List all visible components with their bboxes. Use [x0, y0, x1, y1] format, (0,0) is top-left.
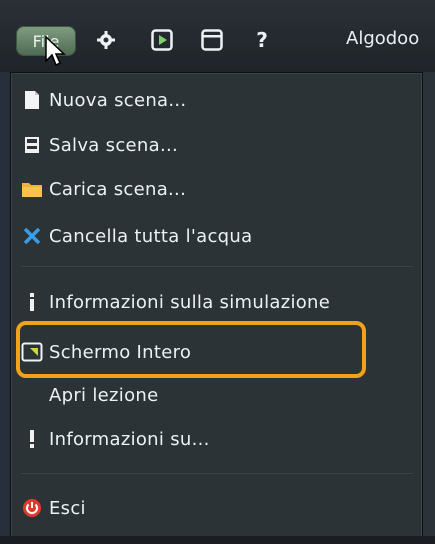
menu-item-cancella-acqua[interactable]: Cancella tutta l'acqua [21, 219, 416, 253]
window-button[interactable] [198, 26, 226, 54]
menu-item-carica-scena[interactable]: Carica scena... [21, 172, 416, 206]
menu-item-label: Esci [49, 497, 86, 519]
canvas-edge-left [0, 72, 10, 544]
canvas-edge-right [421, 72, 435, 544]
menu-separator [21, 473, 413, 474]
menu-item-nuova-scena[interactable]: Nuova scena... [21, 83, 416, 117]
folder-icon [21, 178, 43, 200]
exclamation-icon [21, 428, 43, 450]
close-icon [21, 225, 43, 247]
menu-item-label: Salva scena... [49, 134, 179, 156]
play-button[interactable] [148, 26, 176, 54]
menu-item-apri-lezione[interactable]: Apri lezione [21, 378, 416, 412]
menu-separator [21, 266, 413, 267]
highlight-box [16, 321, 366, 378]
menu-item-informazioni-su[interactable]: Informazioni su... [21, 422, 416, 456]
menu-item-label: Nuova scena... [49, 89, 187, 111]
menu-item-esci[interactable]: Esci [21, 491, 416, 525]
app-title: Algodoo [346, 28, 420, 49]
window-icon [201, 29, 223, 51]
info-icon [21, 291, 43, 313]
menu-item-label: Carica scena... [49, 178, 187, 200]
settings-gear-button[interactable] [92, 26, 120, 54]
play-icon [151, 29, 173, 51]
power-icon [21, 497, 43, 519]
canvas-edge-bottom [0, 536, 435, 544]
mouse-cursor-icon [45, 36, 66, 67]
menu-item-label: Informazioni sulla simulazione [49, 291, 331, 313]
menu-item-informazioni-simulazione[interactable]: Informazioni sulla simulazione [21, 285, 416, 319]
gear-icon [97, 31, 115, 49]
file-dropdown-menu: Nuova scena... Salva scena... Carica sce… [10, 72, 423, 538]
menu-item-label: Cancella tutta l'acqua [49, 225, 253, 247]
help-button[interactable]: ? [248, 26, 276, 54]
menu-item-label: Informazioni su... [49, 428, 210, 450]
save-icon [21, 134, 43, 156]
question-mark-icon: ? [256, 28, 268, 52]
menu-item-salva-scena[interactable]: Salva scena... [21, 128, 416, 162]
document-icon [21, 89, 43, 111]
menu-item-label: Apri lezione [49, 384, 159, 406]
